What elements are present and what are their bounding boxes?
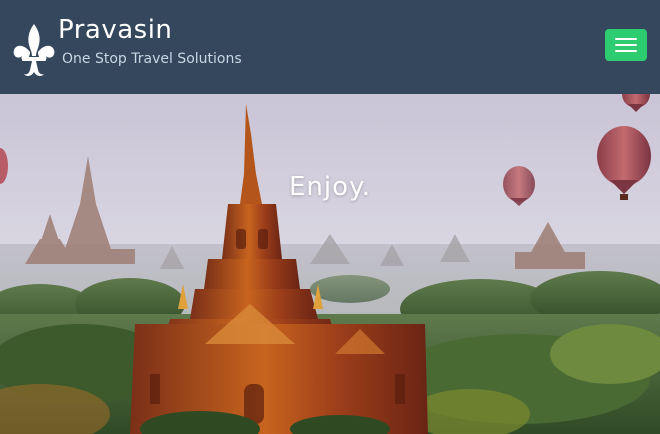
brand-name: Pravasin (58, 15, 173, 45)
navbar-toggle-button[interactable] (605, 29, 647, 61)
top-navbar: Pravasin One Stop Travel Solutions (0, 0, 660, 94)
hero-background-image (0, 94, 660, 434)
fleur-de-lis-icon (13, 24, 55, 77)
hero-headline: Enjoy. (289, 172, 371, 202)
brand-link[interactable]: Pravasin One Stop Travel Solutions (12, 14, 242, 78)
hero-banner: Enjoy. (0, 94, 660, 434)
brand-tagline: One Stop Travel Solutions (62, 51, 242, 67)
